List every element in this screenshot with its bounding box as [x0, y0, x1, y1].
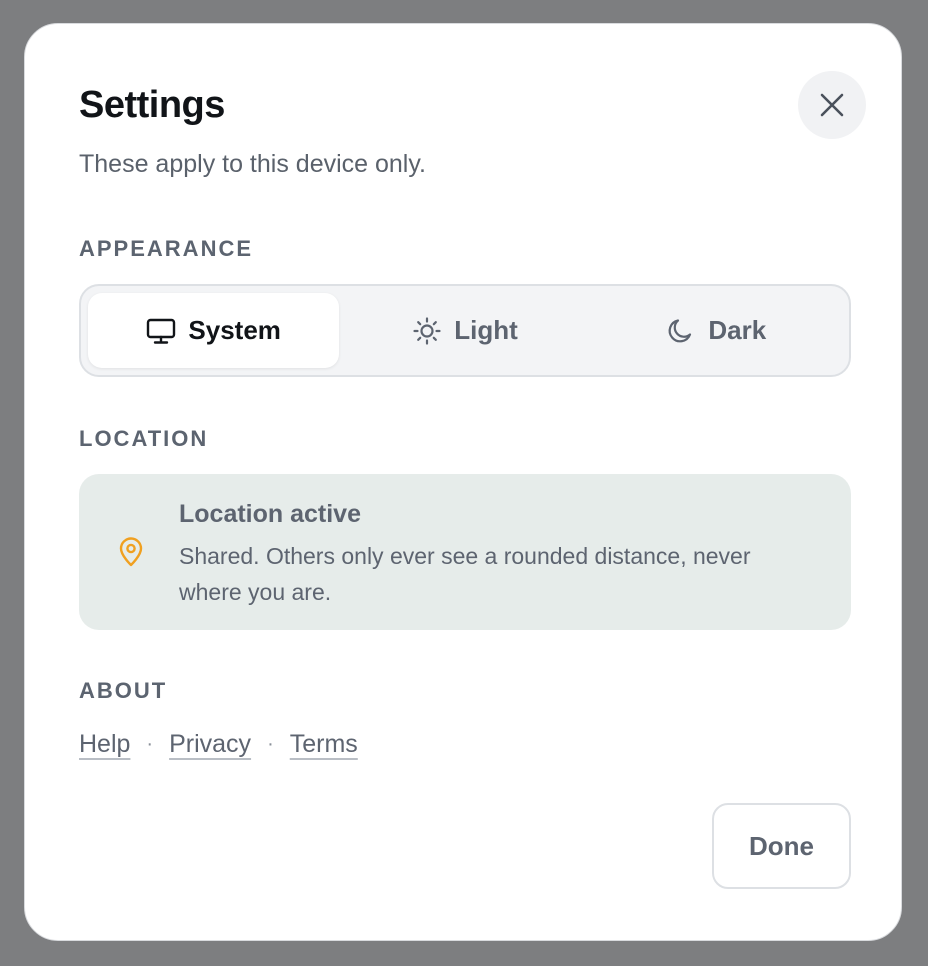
monitor-icon	[147, 318, 176, 344]
appearance-option-label: System	[188, 315, 281, 345]
location-status-title: Location active	[179, 500, 361, 528]
close-icon	[820, 93, 844, 117]
link-separator: ·	[267, 733, 274, 755]
about-links: Help · Privacy · Terms	[79, 730, 358, 759]
done-button[interactable]: Done	[712, 803, 851, 889]
sun-icon	[413, 316, 441, 345]
map-pin-icon	[119, 537, 143, 567]
appearance-option-light[interactable]: Light	[339, 293, 590, 368]
moon-icon	[669, 318, 692, 342]
link-separator: ·	[146, 733, 154, 755]
appearance-option-dark[interactable]: Dark	[591, 293, 842, 368]
dialog-title: Settings	[79, 84, 225, 126]
appearance-option-label: Light	[454, 315, 518, 345]
about-section-label: ABOUT	[79, 678, 168, 703]
location-status-card: Location active Shared. Others only ever…	[79, 474, 851, 630]
help-link[interactable]: Help	[79, 730, 130, 759]
appearance-option-label: Dark	[708, 315, 767, 345]
settings-dialog: Settings These apply to this device only…	[24, 23, 902, 941]
close-button[interactable]	[798, 71, 866, 139]
appearance-option-system[interactable]: System	[88, 293, 340, 368]
appearance-section-label: APPEARANCE	[79, 236, 254, 261]
location-status-description: Shared. Others only ever see a rounded d…	[179, 543, 751, 605]
terms-link[interactable]: Terms	[290, 730, 358, 759]
appearance-segmented-control: System Light Dark	[79, 284, 851, 377]
location-section-label: LOCATION	[79, 426, 209, 451]
dialog-subtitle: These apply to this device only.	[79, 150, 426, 178]
privacy-link[interactable]: Privacy	[169, 730, 251, 759]
